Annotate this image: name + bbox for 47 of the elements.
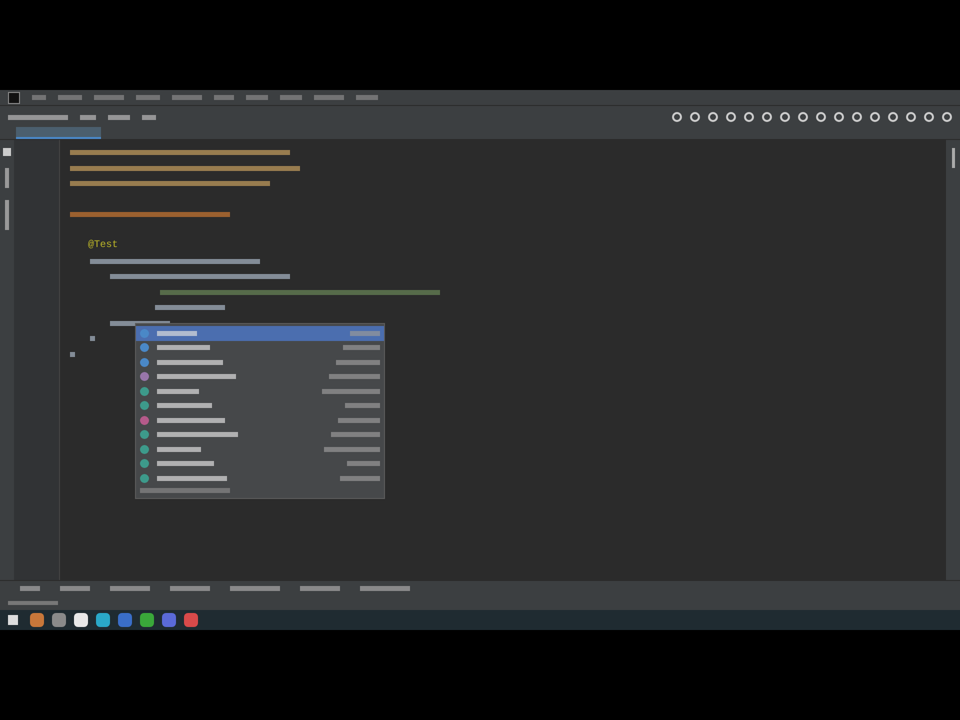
annotation-text: @Test: [88, 238, 118, 254]
illegible-text-drawing: [136, 95, 160, 100]
illegible-text-drawing: [70, 352, 75, 357]
illegible-text-drawing: [155, 305, 225, 310]
illegible-text-drawing: [157, 388, 199, 394]
illegible-text-drawing: [157, 403, 212, 408]
illegible-text-drawing: [157, 476, 227, 481]
status-message-drawing: [8, 601, 58, 605]
app-icon[interactable]: [96, 613, 110, 627]
illegible-text-drawing: [343, 345, 380, 350]
illegible-text-drawing: [157, 446, 201, 452]
illegible-text-drawing: [157, 461, 214, 466]
illegible-text-drawing: [157, 345, 210, 350]
illegible-text-drawing: [80, 114, 96, 120]
illegible-text-drawing: [329, 374, 380, 380]
illegible-text-drawing: [336, 360, 380, 365]
illegible-text-drawing: [338, 418, 380, 423]
illegible-text-drawing: [108, 114, 130, 120]
app-logo-icon: [8, 92, 20, 104]
illegible-text-drawing: [172, 95, 202, 100]
illegible-text-drawing: [214, 95, 234, 100]
illegible-text-drawing: [314, 95, 344, 100]
illegible-text-drawing: [331, 432, 380, 438]
illegible-text-drawing: [157, 360, 223, 365]
illegible-text-drawing: [142, 114, 156, 120]
scroll-marker-icon: [952, 148, 954, 168]
illegible-text-drawing: [157, 330, 197, 336]
illegible-text-drawing: [345, 403, 380, 408]
illegible-text-drawing: [356, 95, 378, 100]
illegible-text-drawing: [157, 418, 225, 423]
illegible-text-drawing: [58, 95, 82, 100]
illegible-text-drawing: [340, 476, 380, 481]
illegible-text-drawing: [324, 446, 380, 452]
app-icon[interactable]: [140, 613, 154, 627]
illegible-text-drawing: [280, 95, 302, 100]
code-editor[interactable]: @Test: [60, 140, 946, 580]
illegible-text-drawing: [90, 336, 95, 342]
illegible-text-drawing: [347, 461, 380, 466]
illegible-text-drawing: [246, 95, 268, 100]
illegible-text-drawing: [322, 388, 380, 394]
illegible-text-drawing: [350, 330, 380, 336]
completion-item[interactable]: [136, 326, 384, 340]
start-icon[interactable]: [8, 615, 18, 625]
app-icon[interactable]: [74, 613, 88, 627]
illegible-text-drawing: [8, 114, 68, 120]
illegible-text-drawing: [32, 95, 46, 100]
illegible-text-drawing: [94, 95, 124, 100]
